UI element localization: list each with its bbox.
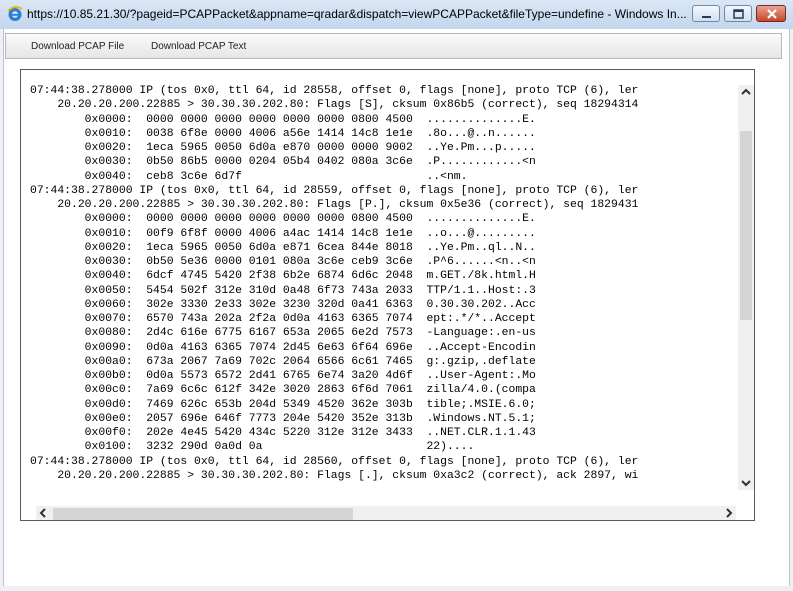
chevron-down-icon[interactable] <box>739 476 753 490</box>
maximize-icon <box>733 9 744 19</box>
packet-view-panel: 07:44:38.278000 IP (tos 0x0, ttl 64, id … <box>20 69 755 521</box>
chevron-up-icon[interactable] <box>739 85 753 99</box>
horizontal-scroll-thumb[interactable] <box>53 508 353 520</box>
window-title: https://10.85.21.30/?pageid=PCAPPacket&a… <box>27 7 687 21</box>
window-title-bar[interactable]: https://10.85.21.30/?pageid=PCAPPacket&a… <box>0 0 793 30</box>
close-icon <box>767 9 777 19</box>
minimize-icon <box>702 16 711 18</box>
download-pcap-file-button[interactable]: Download PCAP File <box>31 41 124 52</box>
toolbar: Download PCAP File Download PCAP Text <box>5 33 782 59</box>
vertical-scrollbar[interactable] <box>738 85 754 490</box>
packet-dump-text: 07:44:38.278000 IP (tos 0x0, ttl 64, id … <box>30 85 639 482</box>
minimize-button[interactable] <box>692 5 720 22</box>
chevron-left-icon[interactable] <box>36 506 50 520</box>
internet-explorer-icon <box>7 6 23 21</box>
maximize-button[interactable] <box>724 5 752 22</box>
chevron-right-icon[interactable] <box>722 506 736 520</box>
download-pcap-text-button[interactable]: Download PCAP Text <box>151 41 246 52</box>
horizontal-scrollbar[interactable] <box>36 506 736 520</box>
vertical-scroll-thumb[interactable] <box>740 131 752 320</box>
close-button[interactable] <box>756 5 786 22</box>
